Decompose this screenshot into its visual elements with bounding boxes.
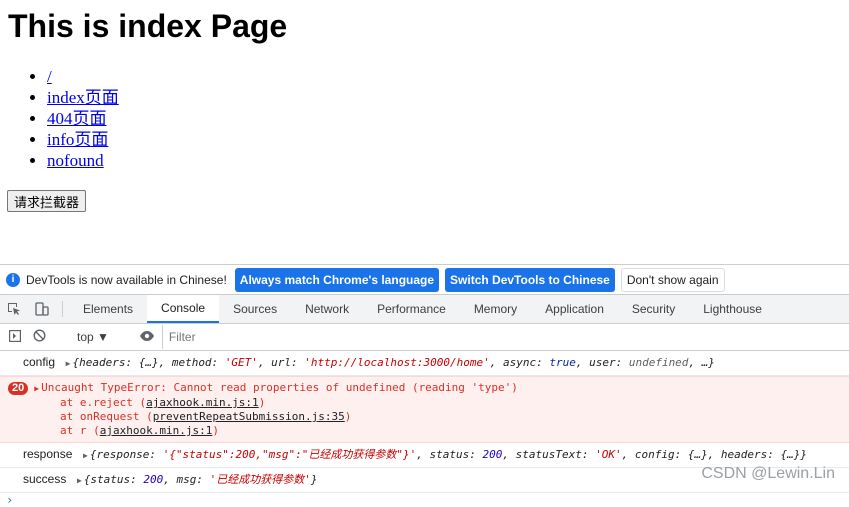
obj-text: , user: — [575, 356, 629, 369]
console-toolbar: top ▼ — [0, 324, 849, 351]
tab-network[interactable]: Network — [291, 295, 363, 323]
obj-string: 'GET' — [224, 356, 258, 369]
stack-file-link[interactable]: ajaxhook.min.js:1 — [100, 424, 213, 437]
list-item: nofound — [47, 150, 119, 171]
obj-undefined: undefined — [628, 356, 689, 369]
devtools-tabbar: Elements Console Sources Network Perform… — [0, 295, 849, 324]
error-message: Uncaught TypeError: Cannot read properti… — [41, 381, 518, 394]
watermark: CSDN @Lewin.Lin — [701, 465, 835, 482]
list-item: info页面 — [47, 129, 119, 150]
tab-elements[interactable]: Elements — [69, 295, 147, 323]
obj-text: {status: — [83, 473, 144, 486]
stack-fn: at onRequest ( — [60, 410, 153, 423]
obj-text: , async: — [489, 356, 550, 369]
obj-text: , msg: — [163, 473, 210, 486]
switch-language-button[interactable]: Switch DevTools to Chinese — [445, 267, 615, 292]
obj-string: '{"status":200,"msg":"已经成功获得参数"}' — [162, 448, 417, 461]
tab-sources[interactable]: Sources — [219, 295, 291, 323]
match-language-button[interactable]: Always match Chrome's language — [234, 267, 440, 292]
info-icon: i — [6, 272, 20, 287]
obj-text: {headers: {…}, method: — [72, 356, 225, 369]
link-info[interactable]: info页面 — [47, 130, 108, 149]
obj-text: , statusText: — [502, 448, 596, 461]
obj-number: 200 — [482, 448, 503, 461]
console-prompt[interactable]: › — [0, 493, 849, 507]
obj-text: , url: — [257, 356, 305, 369]
stack-frame: at onRequest (preventRepeatSubmission.js… — [8, 410, 849, 424]
tab-application[interactable]: Application — [531, 295, 618, 323]
tab-lighthouse[interactable]: Lighthouse — [689, 295, 776, 323]
page-content: This is index Page / index页面 404页面 info页… — [0, 0, 849, 264]
log-label: response — [23, 447, 73, 461]
list-item: / — [47, 66, 119, 87]
stack-fn: at e.reject ( — [60, 396, 147, 409]
tab-security[interactable]: Security — [618, 295, 689, 323]
list-item: 404页面 — [47, 108, 119, 129]
link-404[interactable]: 404页面 — [47, 109, 107, 128]
stack-frame: at r (ajaxhook.min.js:1) — [8, 424, 849, 438]
nav-link-list: / index页面 404页面 info页面 nofound — [8, 66, 119, 171]
stack-file-link[interactable]: preventRepeatSubmission.js:35 — [153, 410, 345, 423]
log-object[interactable]: {headers: {…}, method: 'GET', url: 'http… — [72, 356, 714, 369]
list-item: index页面 — [47, 87, 119, 108]
chevron-down-icon: ▼ — [97, 330, 109, 344]
log-object[interactable]: {status: 200, msg: '已经成功获得参数'} — [84, 473, 318, 486]
stack-end: ) — [344, 410, 352, 423]
obj-number: 200 — [143, 473, 164, 486]
obj-text: , config: {…}, headers: {…}} — [621, 448, 808, 461]
devtools-panel: i DevTools is now available in Chinese! … — [0, 264, 849, 507]
obj-string: '已经成功获得参数' — [209, 473, 311, 486]
inspect-element-icon[interactable] — [0, 295, 28, 323]
obj-text: , status: — [416, 448, 483, 461]
tab-console[interactable]: Console — [147, 295, 220, 323]
obj-text: , …} — [688, 356, 715, 369]
tab-memory[interactable]: Memory — [460, 295, 531, 323]
dont-show-again-button[interactable]: Don't show again — [620, 267, 725, 292]
obj-text: } — [310, 473, 318, 486]
obj-string: 'http://localhost:3000/home' — [304, 356, 490, 369]
console-log-config: config ▶ {headers: {…}, method: 'GET', ur… — [0, 351, 849, 376]
stack-fn: at r ( — [60, 424, 100, 437]
stack-end: ) — [212, 424, 219, 437]
log-label: config — [23, 355, 56, 369]
expand-triangle-icon[interactable]: ▶ — [66, 359, 71, 368]
error-header: 20 ▶ Uncaught TypeError: Cannot read prope… — [8, 381, 849, 396]
link-root[interactable]: / — [47, 67, 52, 86]
obj-string: 'OK' — [595, 448, 622, 461]
clear-console-icon[interactable] — [30, 329, 48, 345]
device-toolbar-icon[interactable] — [28, 295, 56, 323]
language-infobar: i DevTools is now available in Chinese! … — [0, 264, 849, 295]
request-interceptor-button[interactable]: 请求拦截器 — [7, 190, 87, 212]
stack-frame: at e.reject (ajaxhook.min.js:1) — [8, 396, 849, 410]
obj-text: {response: — [89, 448, 163, 461]
console-messages: config ▶ {headers: {…}, method: 'GET', ur… — [0, 351, 849, 507]
tab-performance[interactable]: Performance — [363, 295, 460, 323]
log-object[interactable]: {response: '{"status":200,"msg":"已经成功获得参… — [90, 448, 807, 461]
expand-triangle-icon[interactable]: ▶ — [34, 384, 39, 393]
link-index[interactable]: index页面 — [47, 88, 119, 107]
live-expression-eye-icon[interactable] — [138, 330, 156, 345]
prompt-chevron-icon: › — [6, 493, 14, 507]
sidebar-toggle-icon[interactable] — [6, 329, 24, 345]
stack-end: ) — [258, 396, 266, 409]
page-title: This is index Page — [8, 8, 288, 44]
log-label: success — [23, 472, 67, 486]
obj-keyword: true — [549, 356, 576, 369]
error-count-badge: 20 — [8, 382, 29, 395]
link-nofound[interactable]: nofound — [47, 151, 104, 170]
context-selector[interactable]: top ▼ — [73, 330, 113, 344]
infobar-text: DevTools is now available in Chinese! — [26, 272, 227, 287]
context-value: top — [77, 330, 94, 344]
stack-file-link[interactable]: ajaxhook.min.js:1 — [146, 396, 259, 409]
expand-triangle-icon[interactable]: ▶ — [77, 476, 82, 485]
expand-triangle-icon[interactable]: ▶ — [83, 451, 88, 460]
console-filter-input[interactable] — [161, 325, 371, 349]
console-error: 20 ▶ Uncaught TypeError: Cannot read prope… — [0, 376, 849, 443]
toolbar-divider — [62, 301, 63, 317]
